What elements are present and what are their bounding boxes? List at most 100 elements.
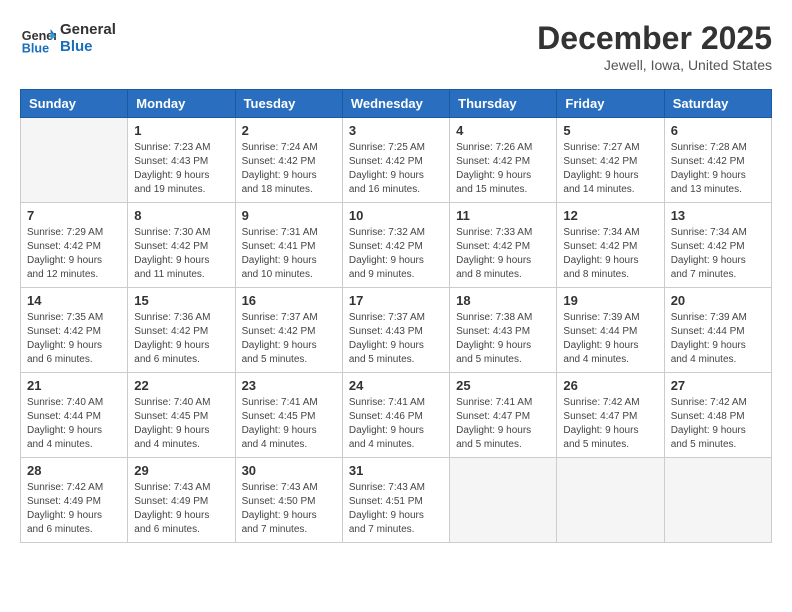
day-number: 21 <box>27 378 121 393</box>
calendar-cell <box>21 118 128 203</box>
day-number: 28 <box>27 463 121 478</box>
logo-general: General <box>60 21 116 38</box>
calendar-cell: 8 Sunrise: 7:30 AMSunset: 4:42 PMDaylight… <box>128 203 235 288</box>
weekday-header-monday: Monday <box>128 90 235 118</box>
calendar-cell <box>664 458 771 543</box>
day-info: Sunrise: 7:39 AMSunset: 4:44 PMDaylight:… <box>563 311 657 367</box>
day-info: Sunrise: 7:40 AMSunset: 4:45 PMDaylight:… <box>134 396 228 452</box>
calendar-cell: 14Sunrise: 7:35 AMSunset: 4:42 PMDayligh… <box>21 288 128 373</box>
weekday-header-thursday: Thursday <box>450 90 557 118</box>
day-info: Sunrise: 7:28 AMSunset: 4:42 PMDaylight:… <box>671 141 765 197</box>
calendar-cell: 13 Sunrise: 7:34 AMSunset: 4:42 PMDayligh… <box>664 203 771 288</box>
day-info: Sunrise: 7:41 AMSunset: 4:47 PMDaylight:… <box>456 396 550 452</box>
day-info: Sunrise: 7:34 AMSunset: 4:42 PMDaylight:… <box>563 226 657 282</box>
day-number: 17 <box>349 293 443 308</box>
title-block: December 2025 Jewell, Iowa, United State… <box>537 20 772 73</box>
day-info: Sunrise: 7:34 AMSunset: 4:42 PMDaylight:… <box>671 226 765 282</box>
calendar-cell: 24 Sunrise: 7:41 AMSunset: 4:46 PMDayligh… <box>342 373 449 458</box>
day-info: Sunrise: 7:30 AMSunset: 4:42 PMDaylight:… <box>134 226 228 282</box>
day-info: Sunrise: 7:32 AMSunset: 4:42 PMDaylight:… <box>349 226 443 282</box>
calendar-cell: 11Sunrise: 7:33 AMSunset: 4:42 PMDayligh… <box>450 203 557 288</box>
calendar-week-2: 7 Sunrise: 7:29 AMSunset: 4:42 PMDaylight… <box>21 203 772 288</box>
calendar-cell: 1 Sunrise: 7:23 AMSunset: 4:43 PMDaylight… <box>128 118 235 203</box>
svg-text:Blue: Blue <box>22 41 49 55</box>
day-number: 30 <box>242 463 336 478</box>
day-number: 13 <box>671 208 765 223</box>
day-info: Sunrise: 7:26 AMSunset: 4:42 PMDaylight:… <box>456 141 550 197</box>
calendar-cell: 7 Sunrise: 7:29 AMSunset: 4:42 PMDaylight… <box>21 203 128 288</box>
day-number: 6 <box>671 123 765 138</box>
calendar-cell: 15 Sunrise: 7:36 AMSunset: 4:42 PMDayligh… <box>128 288 235 373</box>
day-number: 25 <box>456 378 550 393</box>
calendar-cell: 28 Sunrise: 7:42 AMSunset: 4:49 PMDayligh… <box>21 458 128 543</box>
calendar-week-3: 14Sunrise: 7:35 AMSunset: 4:42 PMDayligh… <box>21 288 772 373</box>
day-number: 9 <box>242 208 336 223</box>
weekday-header-tuesday: Tuesday <box>235 90 342 118</box>
day-info: Sunrise: 7:27 AMSunset: 4:42 PMDaylight:… <box>563 141 657 197</box>
day-number: 18 <box>456 293 550 308</box>
day-number: 7 <box>27 208 121 223</box>
location: Jewell, Iowa, United States <box>537 57 772 73</box>
day-number: 11 <box>456 208 550 223</box>
day-info: Sunrise: 7:24 AMSunset: 4:42 PMDaylight:… <box>242 141 336 197</box>
calendar-cell: 26Sunrise: 7:42 AMSunset: 4:47 PMDayligh… <box>557 373 664 458</box>
logo-blue: Blue <box>60 38 116 55</box>
day-number: 1 <box>134 123 228 138</box>
month-title: December 2025 <box>537 20 772 57</box>
weekday-header-wednesday: Wednesday <box>342 90 449 118</box>
day-number: 12 <box>563 208 657 223</box>
calendar-cell: 6 Sunrise: 7:28 AMSunset: 4:42 PMDaylight… <box>664 118 771 203</box>
calendar-cell: 4 Sunrise: 7:26 AMSunset: 4:42 PMDaylight… <box>450 118 557 203</box>
day-info: Sunrise: 7:23 AMSunset: 4:43 PMDaylight:… <box>134 141 228 197</box>
day-info: Sunrise: 7:41 AMSunset: 4:45 PMDaylight:… <box>242 396 336 452</box>
day-info: Sunrise: 7:42 AMSunset: 4:49 PMDaylight:… <box>27 481 121 537</box>
day-number: 29 <box>134 463 228 478</box>
calendar-cell: 23 Sunrise: 7:41 AMSunset: 4:45 PMDayligh… <box>235 373 342 458</box>
calendar-cell: 27 Sunrise: 7:42 AMSunset: 4:48 PMDayligh… <box>664 373 771 458</box>
day-info: Sunrise: 7:41 AMSunset: 4:46 PMDaylight:… <box>349 396 443 452</box>
day-info: Sunrise: 7:29 AMSunset: 4:42 PMDaylight:… <box>27 226 121 282</box>
day-number: 27 <box>671 378 765 393</box>
day-info: Sunrise: 7:25 AMSunset: 4:42 PMDaylight:… <box>349 141 443 197</box>
calendar-header: SundayMondayTuesdayWednesdayThursdayFrid… <box>21 90 772 118</box>
day-number: 4 <box>456 123 550 138</box>
day-info: Sunrise: 7:43 AMSunset: 4:49 PMDaylight:… <box>134 481 228 537</box>
logo-icon: General Blue <box>20 20 56 56</box>
calendar-cell <box>557 458 664 543</box>
day-number: 10 <box>349 208 443 223</box>
day-number: 22 <box>134 378 228 393</box>
day-number: 31 <box>349 463 443 478</box>
day-number: 14 <box>27 293 121 308</box>
day-number: 8 <box>134 208 228 223</box>
calendar-cell: 30 Sunrise: 7:43 AMSunset: 4:50 PMDayligh… <box>235 458 342 543</box>
weekday-row: SundayMondayTuesdayWednesdayThursdayFrid… <box>21 90 772 118</box>
day-number: 20 <box>671 293 765 308</box>
calendar-cell: 20 Sunrise: 7:39 AMSunset: 4:44 PMDayligh… <box>664 288 771 373</box>
logo: General Blue General Blue <box>20 20 116 56</box>
calendar-cell: 5 Sunrise: 7:27 AMSunset: 4:42 PMDaylight… <box>557 118 664 203</box>
calendar-cell: 22 Sunrise: 7:40 AMSunset: 4:45 PMDayligh… <box>128 373 235 458</box>
day-info: Sunrise: 7:36 AMSunset: 4:42 PMDaylight:… <box>134 311 228 367</box>
day-number: 5 <box>563 123 657 138</box>
calendar-cell: 2 Sunrise: 7:24 AMSunset: 4:42 PMDaylight… <box>235 118 342 203</box>
day-number: 2 <box>242 123 336 138</box>
calendar-week-4: 21 Sunrise: 7:40 AMSunset: 4:44 PMDayligh… <box>21 373 772 458</box>
day-info: Sunrise: 7:40 AMSunset: 4:44 PMDaylight:… <box>27 396 121 452</box>
calendar-week-5: 28 Sunrise: 7:42 AMSunset: 4:49 PMDayligh… <box>21 458 772 543</box>
calendar-cell: 18Sunrise: 7:38 AMSunset: 4:43 PMDayligh… <box>450 288 557 373</box>
day-number: 15 <box>134 293 228 308</box>
page-header: General Blue General Blue December 2025 … <box>20 20 772 73</box>
calendar-cell: 9Sunrise: 7:31 AMSunset: 4:41 PMDaylight… <box>235 203 342 288</box>
calendar-cell <box>450 458 557 543</box>
calendar-week-1: 1 Sunrise: 7:23 AMSunset: 4:43 PMDaylight… <box>21 118 772 203</box>
calendar-cell: 31Sunrise: 7:43 AMSunset: 4:51 PMDayligh… <box>342 458 449 543</box>
day-info: Sunrise: 7:39 AMSunset: 4:44 PMDaylight:… <box>671 311 765 367</box>
calendar-cell: 17Sunrise: 7:37 AMSunset: 4:43 PMDayligh… <box>342 288 449 373</box>
day-info: Sunrise: 7:43 AMSunset: 4:50 PMDaylight:… <box>242 481 336 537</box>
calendar-table: SundayMondayTuesdayWednesdayThursdayFrid… <box>20 89 772 543</box>
calendar-cell: 3Sunrise: 7:25 AMSunset: 4:42 PMDaylight… <box>342 118 449 203</box>
day-number: 23 <box>242 378 336 393</box>
calendar-cell: 29 Sunrise: 7:43 AMSunset: 4:49 PMDayligh… <box>128 458 235 543</box>
day-number: 24 <box>349 378 443 393</box>
day-info: Sunrise: 7:42 AMSunset: 4:48 PMDaylight:… <box>671 396 765 452</box>
